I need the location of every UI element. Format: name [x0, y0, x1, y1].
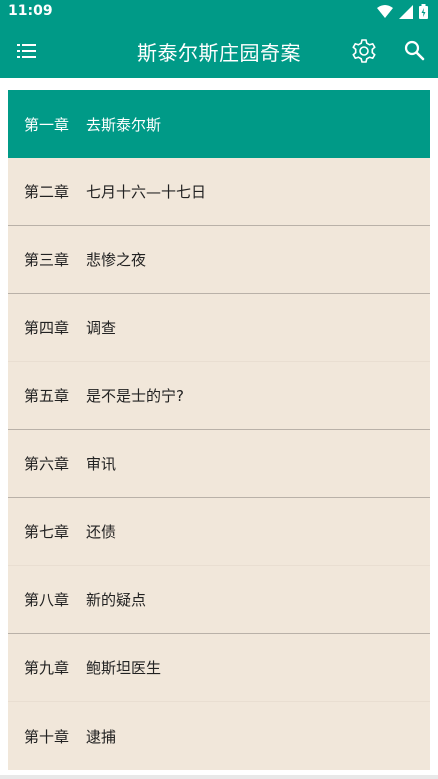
status-icons	[377, 4, 428, 19]
chapter-title: 悲惨之夜	[86, 251, 147, 269]
status-bar: 11:09	[0, 0, 438, 24]
chapter-number: 第七章	[24, 523, 70, 541]
chapter-title: 审讯	[86, 455, 117, 473]
signal-icon	[399, 4, 413, 19]
app-bar: 斯泰尔斯庄园奇案	[0, 24, 438, 78]
chapter-number: 第四章	[24, 319, 70, 337]
chapter-number: 第一章	[24, 115, 70, 134]
wifi-icon	[377, 4, 393, 18]
chapter-number: 第三章	[24, 251, 70, 269]
chapter-item-7[interactable]: 第七章 还债	[8, 498, 430, 566]
chapter-item-8[interactable]: 第八章 新的疑点	[8, 566, 430, 634]
chapter-title: 调查	[86, 319, 117, 337]
chapter-title: 新的疑点	[86, 591, 147, 609]
chapter-title: 是不是士的宁?	[86, 387, 184, 405]
bottom-divider	[0, 775, 438, 779]
settings-button[interactable]	[351, 38, 377, 64]
chapter-title: 鲍斯坦医生	[86, 659, 162, 677]
gear-icon	[352, 39, 376, 63]
chapter-item-6[interactable]: 第六章 审讯	[8, 430, 430, 498]
chapter-number: 第八章	[24, 591, 70, 609]
chapter-title: 去斯泰尔斯	[86, 115, 162, 134]
chapter-item-1[interactable]: 第一章 去斯泰尔斯	[8, 90, 430, 158]
chapter-list: 第一章 去斯泰尔斯 第二章 七月十六—十七日 第三章 悲惨之夜 第四章 调查 第…	[8, 90, 430, 770]
chapter-title: 七月十六—十七日	[86, 183, 207, 201]
status-time: 11:09	[8, 3, 53, 19]
chapter-number: 第九章	[24, 659, 70, 677]
chapter-item-2[interactable]: 第二章 七月十六—十七日	[8, 158, 430, 226]
chapter-title: 还债	[86, 523, 117, 541]
search-button[interactable]	[403, 39, 427, 63]
chapter-item-3[interactable]: 第三章 悲惨之夜	[8, 226, 430, 294]
chapter-number: 第五章	[24, 387, 70, 405]
battery-icon	[419, 4, 428, 19]
chapter-number: 第二章	[24, 183, 70, 201]
chapter-item-5[interactable]: 第五章 是不是士的宁?	[8, 362, 430, 430]
search-icon	[404, 40, 425, 61]
chapter-item-9[interactable]: 第九章 鲍斯坦医生	[8, 634, 430, 702]
chapter-item-10[interactable]: 第十章 逮捕	[8, 702, 430, 770]
chapter-item-4[interactable]: 第四章 调查	[8, 294, 430, 362]
chapter-title: 逮捕	[86, 727, 117, 746]
chapter-number: 第十章	[24, 727, 70, 746]
chapter-number: 第六章	[24, 455, 70, 473]
